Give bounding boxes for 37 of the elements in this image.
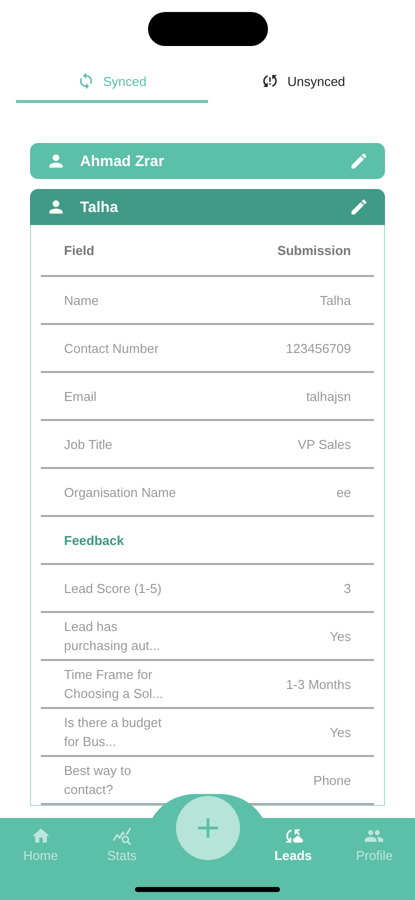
chart-icon (112, 826, 132, 846)
tab[interactable]: Unsynced (208, 62, 399, 103)
field-label: Name (64, 292, 100, 310)
field-label: Lead Score (1-5) (64, 580, 163, 598)
edit-icon[interactable] (349, 197, 369, 217)
field-value: Phone (313, 772, 351, 790)
lead-header[interactable]: Talha (30, 189, 385, 225)
field-value: Talha (320, 292, 351, 310)
field-value: talhajsn (306, 388, 351, 406)
nav-item[interactable]: Leads (252, 826, 334, 900)
nav-item[interactable]: Stats (81, 826, 162, 900)
field-label: Best way to contact? (64, 762, 132, 799)
field-value: ee (336, 484, 351, 502)
nav-item[interactable]: Profile (334, 826, 415, 900)
lead-header[interactable]: Ahmad Zrar (30, 143, 385, 179)
field-value: Yes (330, 628, 351, 646)
field-label: Email (64, 388, 98, 406)
field-label: Time Frame for Choosing a Sol... (64, 666, 164, 703)
field-label: Contact Number (64, 340, 160, 358)
field-label: Lead has purchasing aut... (64, 618, 162, 655)
edit-icon[interactable] (349, 151, 369, 171)
nav-item[interactable]: Home (0, 826, 82, 900)
section-title: Feedback (64, 532, 124, 550)
field-label: Organisation Name (64, 484, 176, 502)
field-value: 123456709 (286, 340, 351, 358)
lead-name: Talha (80, 198, 120, 216)
column-header: Field (64, 242, 94, 260)
column-header: Submission (277, 242, 351, 260)
field-value: 1-3 Months (286, 676, 351, 694)
tab[interactable]: Synced (16, 62, 208, 103)
field-value: VP Sales (298, 436, 351, 454)
field-value: Yes (330, 724, 351, 742)
sync-problem-icon (261, 72, 280, 90)
field-label: Is there a budget for Bus... (64, 714, 163, 751)
field-label: Job Title (64, 436, 114, 454)
field-value: 3 (344, 580, 351, 598)
lead-name: Ahmad Zrar (80, 152, 166, 170)
